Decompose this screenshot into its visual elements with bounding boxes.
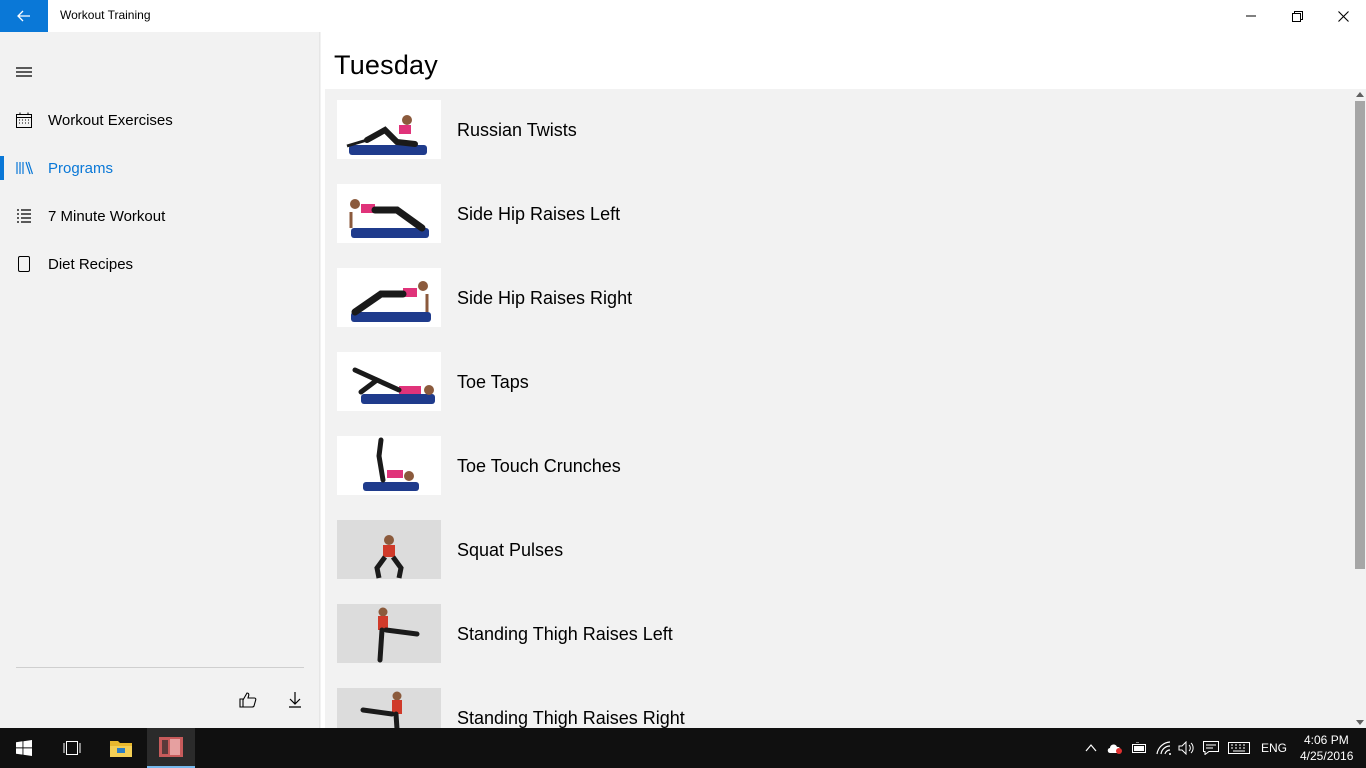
calendar-icon (0, 112, 48, 128)
scroll-down-button[interactable] (1354, 717, 1366, 727)
list-item[interactable]: Standing Thigh Raises Left (325, 593, 1345, 677)
exercise-name: Squat Pulses (457, 540, 564, 560)
rate-button[interactable] (232, 684, 264, 716)
exercise-thumbnail (337, 184, 441, 243)
start-button[interactable] (0, 728, 48, 768)
nav-item-label: Diet Recipes (48, 255, 134, 273)
exercise-thumbnail (337, 268, 441, 327)
library-icon (0, 161, 48, 175)
exercise-name: Standing Thigh Raises Left (457, 624, 673, 644)
exercise-name: Toe Touch Crunches (457, 456, 621, 476)
hamburger-icon (16, 67, 32, 77)
clock-time[interactable]: 4:06 PM (1304, 733, 1349, 747)
list-item[interactable]: Side Hip Raises Left (325, 173, 1345, 257)
restore-button[interactable] (1274, 0, 1320, 32)
vertical-scrollbar[interactable] (1354, 89, 1366, 728)
page-title: Tuesday (334, 50, 438, 80)
scroll-down-arrow-icon (1356, 719, 1364, 725)
main-content: Tuesday Russian Twists Side Hip Raises L… (321, 32, 1366, 728)
folder-icon (110, 741, 132, 757)
scroll-up-arrow-icon (1356, 91, 1364, 97)
nav-divider (16, 667, 304, 668)
selection-indicator (0, 156, 4, 180)
nav-item-label: 7 Minute Workout (48, 207, 166, 225)
nav-item-label: Programs (48, 159, 114, 177)
exercise-thumbnail (337, 688, 441, 728)
exercise-name: Russian Twists (457, 120, 577, 140)
exercise-name: Side Hip Raises Right (457, 288, 633, 308)
workout-training-taskbar-button[interactable] (147, 728, 195, 768)
scroll-up-button[interactable] (1354, 89, 1366, 99)
minimize-icon (1246, 15, 1256, 17)
task-view-button[interactable] (48, 728, 96, 768)
chevron-up-icon (1085, 744, 1097, 752)
exercise-thumbnail (337, 436, 441, 495)
wifi-icon[interactable] (1155, 740, 1173, 756)
cloud-sync-icon[interactable] (1106, 740, 1124, 756)
list-item[interactable]: Russian Twists (325, 89, 1345, 173)
exercise-list: Russian Twists Side Hip Raises Left Side… (325, 89, 1354, 728)
volume-icon[interactable] (1178, 740, 1196, 756)
close-button[interactable] (1320, 0, 1366, 32)
exercise-thumbnail (337, 352, 441, 411)
nav-item-programs[interactable]: Programs (0, 144, 320, 192)
hamburger-menu-button[interactable] (0, 56, 48, 88)
list-item[interactable]: Squat Pulses (325, 509, 1345, 593)
thumbs-up-icon (239, 692, 257, 708)
navigation-pane: Workout Exercises Programs 7 Minute Work… (0, 32, 320, 728)
nav-item-7-minute-workout[interactable]: 7 Minute Workout (0, 192, 320, 240)
file-explorer-button[interactable] (97, 728, 145, 768)
back-button[interactable] (0, 0, 48, 32)
title-bar: Workout Training (0, 0, 1366, 32)
nav-item-workout-exercises[interactable]: Workout Exercises (0, 96, 320, 144)
exercise-name: Toe Taps (457, 372, 529, 392)
close-icon (1337, 10, 1349, 22)
action-center-icon[interactable] (1202, 740, 1220, 756)
exercise-thumbnail (337, 520, 441, 579)
list-item[interactable]: Toe Taps (325, 341, 1345, 425)
nav-item-diet-recipes[interactable]: Diet Recipes (0, 240, 320, 288)
restore-icon (1291, 10, 1303, 22)
minimize-button[interactable] (1228, 0, 1274, 32)
clock-date[interactable]: 4/25/2016 (1300, 749, 1353, 763)
app-title: Workout Training (60, 8, 151, 22)
scroll-thumb[interactable] (1355, 101, 1365, 569)
windows-logo-icon (16, 740, 32, 756)
list-icon (0, 209, 48, 223)
back-arrow-icon (17, 10, 30, 22)
download-icon (289, 692, 301, 708)
taskbar: ENG 4:06 PM 4/25/2016 (0, 728, 1366, 768)
phone-icon (0, 256, 48, 272)
workout-app-icon (159, 737, 183, 757)
show-hidden-icons-button[interactable] (1082, 740, 1100, 756)
exercise-name: Standing Thigh Raises Right (457, 708, 685, 728)
list-item[interactable]: Side Hip Raises Right (325, 257, 1345, 341)
nav-item-label: Workout Exercises (48, 111, 173, 129)
task-view-icon (63, 741, 81, 755)
battery-icon[interactable] (1130, 740, 1148, 756)
exercise-thumbnail (337, 604, 441, 663)
list-item[interactable]: Toe Touch Crunches (325, 425, 1345, 509)
touch-keyboard-icon[interactable] (1228, 740, 1250, 756)
list-item[interactable]: Standing Thigh Raises Right (325, 677, 1345, 728)
exercise-name: Side Hip Raises Left (457, 204, 621, 224)
exercise-thumbnail (337, 100, 441, 159)
input-language-indicator[interactable]: ENG (1261, 741, 1287, 755)
download-button[interactable] (279, 684, 311, 716)
